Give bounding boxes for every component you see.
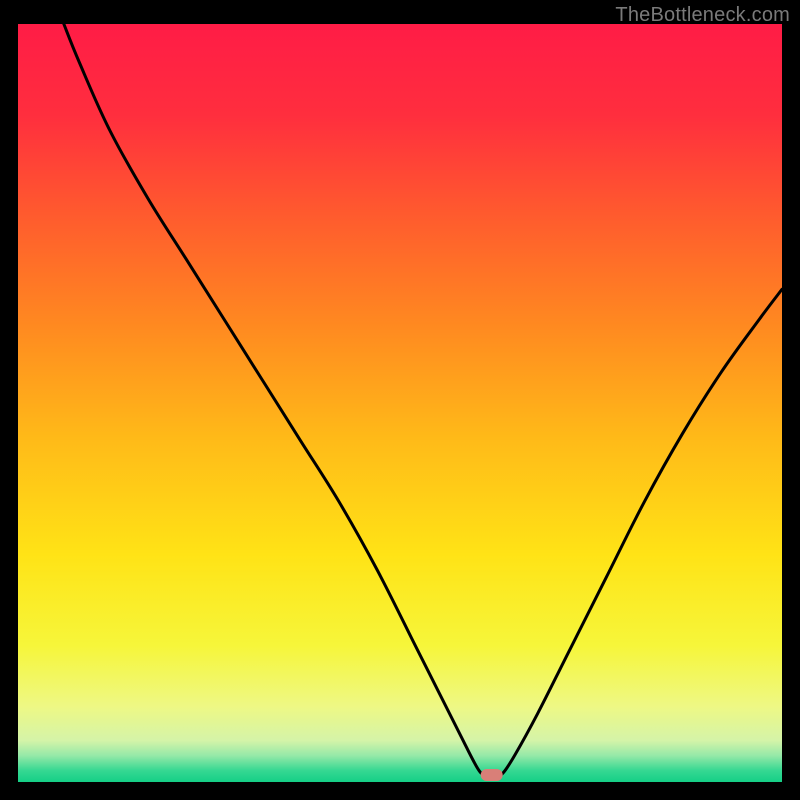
optimum-marker [481, 769, 503, 781]
plot-outer [18, 24, 782, 782]
plot-area [18, 24, 782, 782]
watermark-text: TheBottleneck.com [615, 4, 790, 27]
chart-svg [18, 24, 782, 782]
chart-frame: TheBottleneck.com [0, 0, 800, 800]
gradient-background [18, 24, 782, 782]
